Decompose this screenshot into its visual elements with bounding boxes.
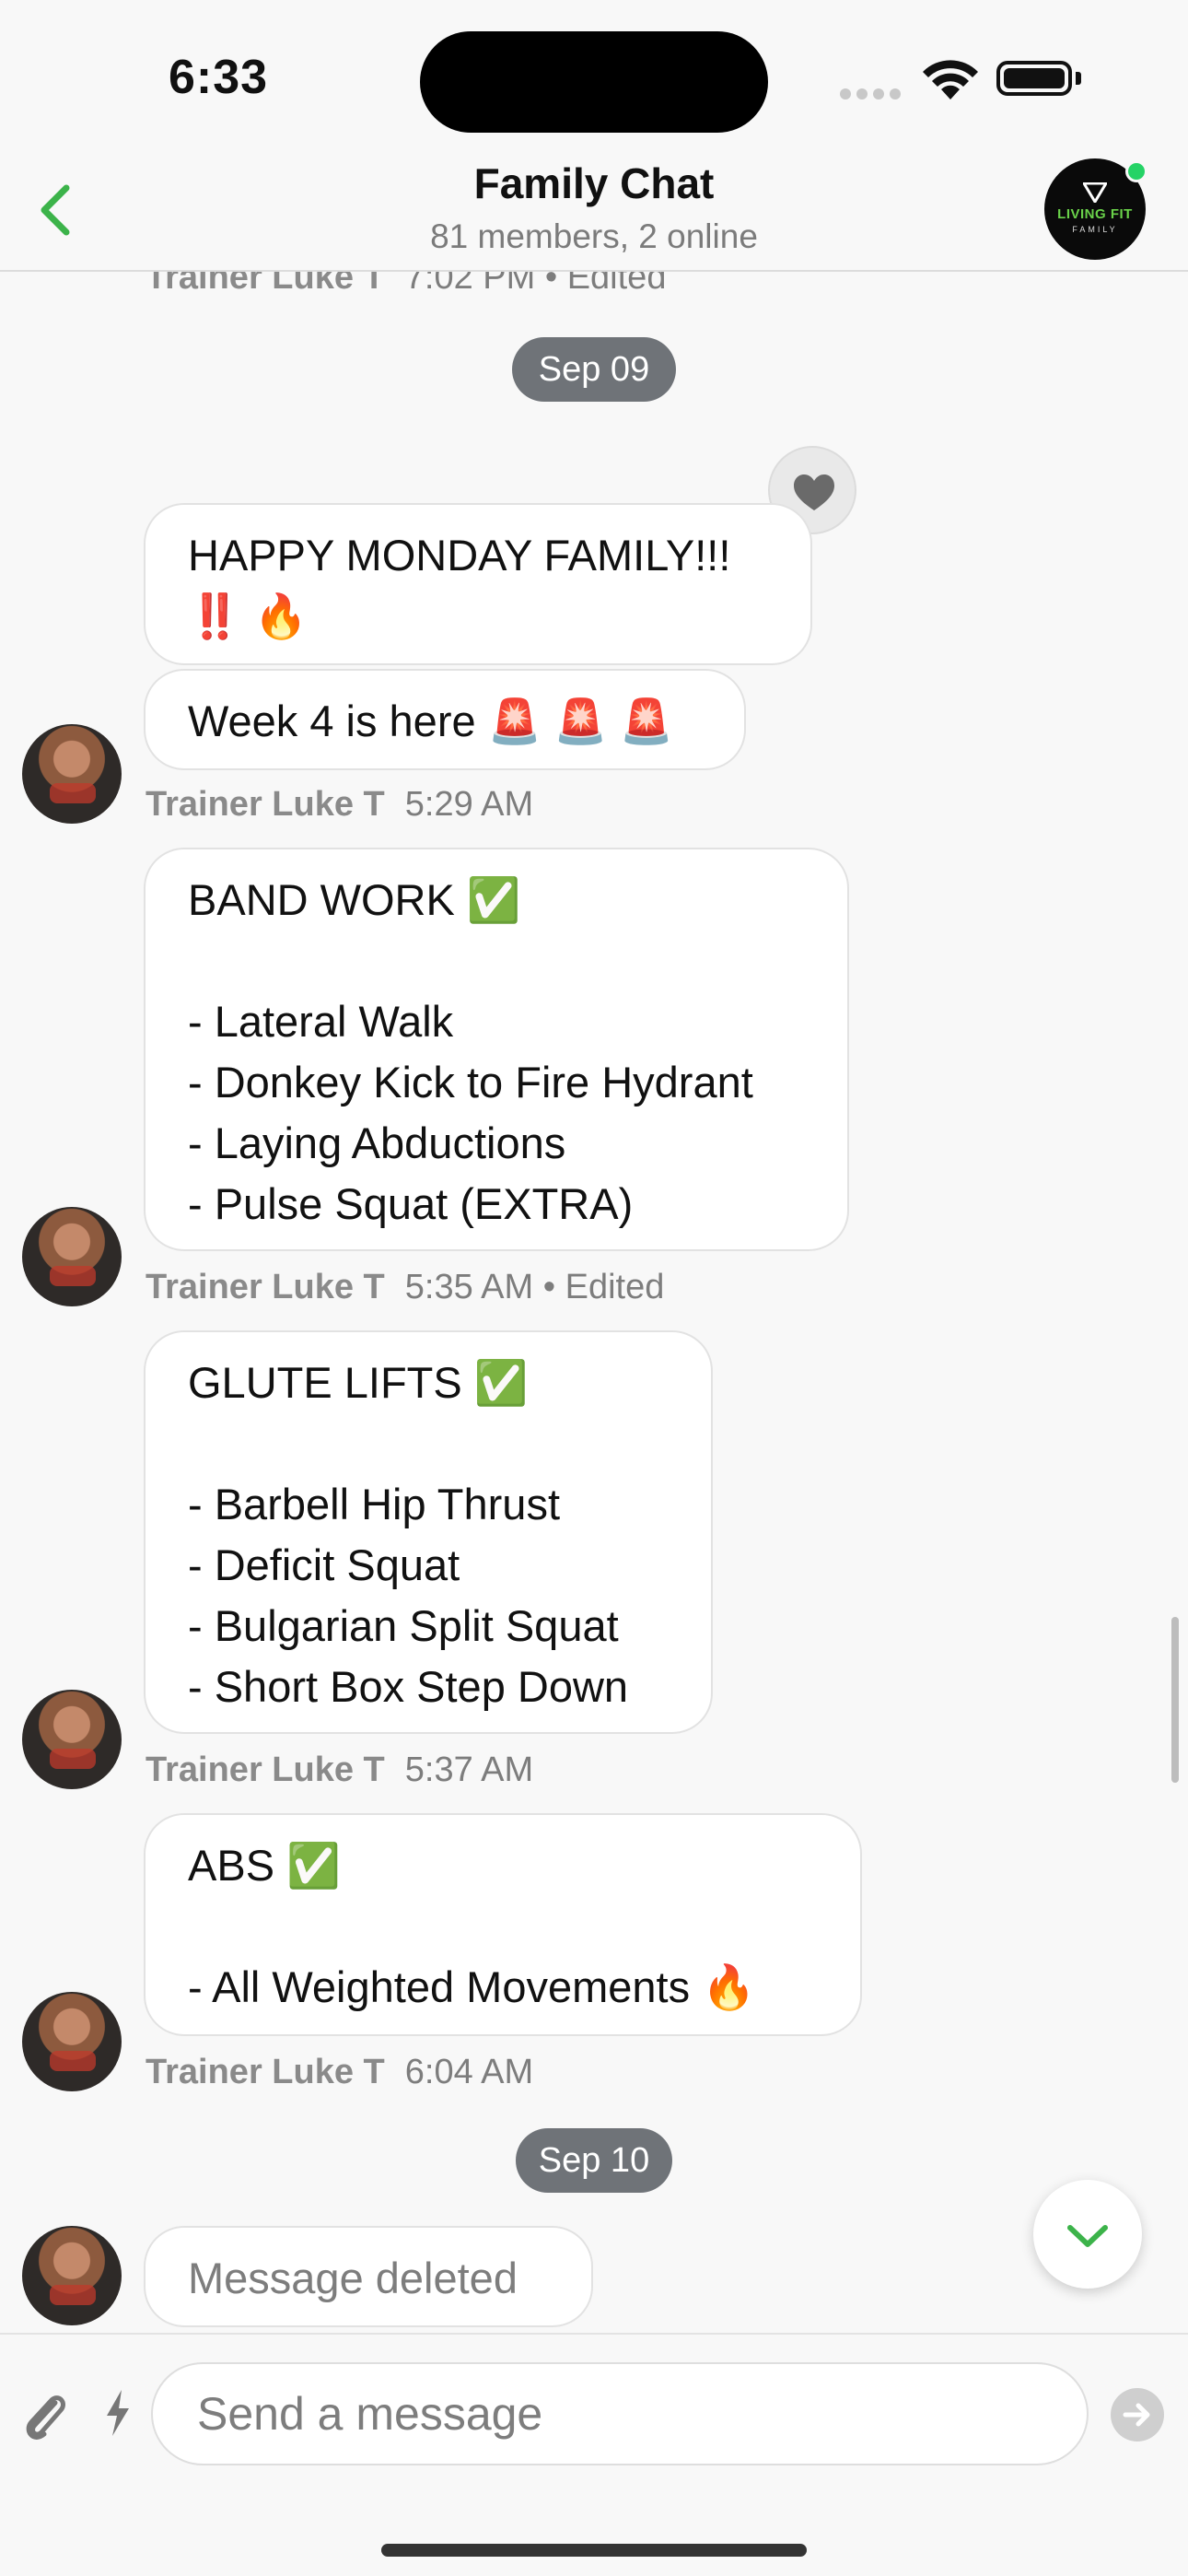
message-meta: Trainer Luke T 5:35 AM • Edited — [146, 1268, 664, 1307]
message-time: 6:04 AM — [404, 2053, 534, 2091]
avatar[interactable] — [22, 1992, 122, 2091]
send-button[interactable] — [1111, 2388, 1164, 2441]
battery-icon — [996, 61, 1072, 96]
group-logo-text: LIVING FIT — [1057, 206, 1133, 222]
chat-screen: 6:33 Trainer Luke T 7:02 PM • Edited Sep … — [0, 0, 1188, 2576]
message-meta: Trainer Luke T 6:04 AM — [146, 2053, 533, 2092]
wifi-icon — [923, 60, 978, 100]
chevron-down-icon — [1067, 2225, 1108, 2247]
logo-triangle-icon — [1083, 182, 1107, 203]
message-time: 5:37 AM — [404, 1751, 534, 1789]
online-status-dot — [1125, 160, 1147, 182]
message-bubble[interactable]: BAND WORK ✅ - Lateral Walk - Donkey Kick… — [144, 848, 849, 1251]
message-list[interactable]: Trainer Luke T 7:02 PM • Edited Sep 09 HA… — [0, 147, 1188, 2333]
deleted-message-bubble: Message deleted — [144, 2226, 593, 2327]
chat-title[interactable]: Family Chat — [0, 158, 1188, 208]
edited-label: • Edited — [542, 1268, 665, 1306]
status-time: 6:33 — [169, 51, 269, 104]
send-arrow-icon — [1123, 2403, 1150, 2427]
avatar[interactable] — [22, 724, 122, 824]
message-bubble[interactable]: GLUTE LIFTS ✅ - Barbell Hip Thrust - Def… — [144, 1330, 713, 1734]
message-time: 5:29 AM — [404, 785, 534, 824]
sender-name: Trainer Luke T — [146, 785, 385, 824]
paperclip-icon[interactable] — [18, 2386, 70, 2445]
sender-name: Trainer Luke T — [146, 1751, 385, 1789]
avatar[interactable] — [22, 1207, 122, 1306]
message-time: 5:35 AM — [404, 1268, 534, 1306]
cellular-signal-icon — [840, 88, 906, 104]
scroll-to-bottom-button[interactable] — [1033, 2180, 1142, 2289]
message-bubble[interactable]: Week 4 is here 🚨 🚨 🚨 — [144, 669, 746, 770]
message-input[interactable]: Send a message — [151, 2362, 1089, 2465]
message-bubble[interactable]: ABS ✅ - All Weighted Movements 🔥 — [144, 1813, 862, 2036]
sender-name: Trainer Luke T — [146, 1268, 385, 1306]
message-meta: Trainer Luke T 5:37 AM — [146, 1751, 533, 1790]
composer-bar: Send a message — [0, 2333, 1188, 2576]
group-logo-subtext: FAMILY — [1072, 225, 1118, 234]
dynamic-island — [420, 31, 768, 133]
avatar[interactable] — [22, 2226, 122, 2325]
chat-subtitle: 81 members, 2 online — [430, 217, 758, 255]
message-meta: Trainer Luke T 5:29 AM — [146, 785, 533, 825]
chat-header: Family Chat 81 members, 2 online LIVING … — [0, 147, 1188, 272]
battery-cap — [1076, 72, 1081, 85]
home-indicator[interactable] — [381, 2544, 807, 2557]
avatar[interactable] — [22, 1690, 122, 1789]
message-bubble[interactable]: HAPPY MONDAY FAMILY!!! ‼️ 🔥 — [144, 503, 812, 665]
date-separator: Sep 09 — [512, 337, 676, 402]
date-separator: Sep 10 — [516, 2128, 672, 2193]
scrollbar[interactable] — [1171, 1617, 1179, 1783]
bolt-icon[interactable] — [101, 2388, 134, 2438]
sender-name: Trainer Luke T — [146, 2053, 385, 2091]
